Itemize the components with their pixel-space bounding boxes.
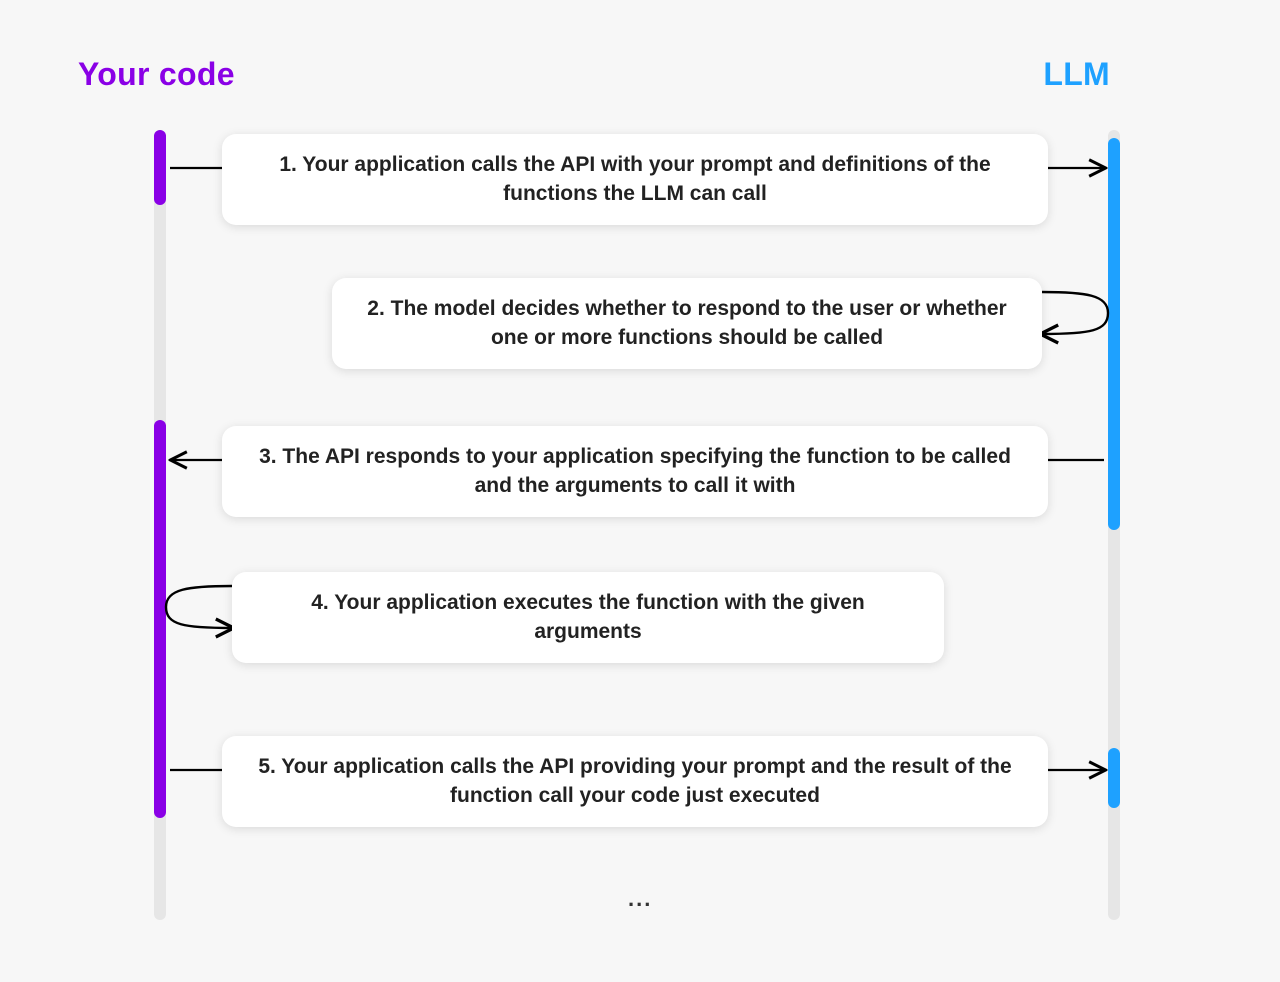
continuation-ellipsis: ... [628, 886, 652, 912]
llm-lifeline [1108, 130, 1120, 920]
your-code-header: Your code [78, 56, 235, 93]
step-card-3: 3. The API responds to your application … [222, 426, 1048, 517]
step-card-4: 4. Your application executes the functio… [232, 572, 944, 663]
self-loop-your-code [166, 586, 232, 628]
step-card-5: 5. Your application calls the API provid… [222, 736, 1048, 827]
your-code-active-2 [154, 420, 166, 818]
self-loop-llm [1042, 292, 1108, 334]
llm-active-2 [1108, 748, 1120, 808]
llm-header: LLM [1043, 56, 1110, 93]
step-card-2: 2. The model decides whether to respond … [332, 278, 1042, 369]
your-code-lifeline [154, 130, 166, 920]
llm-active-1 [1108, 138, 1120, 530]
your-code-active-1 [154, 130, 166, 205]
step-card-1: 1. Your application calls the API with y… [222, 134, 1048, 225]
